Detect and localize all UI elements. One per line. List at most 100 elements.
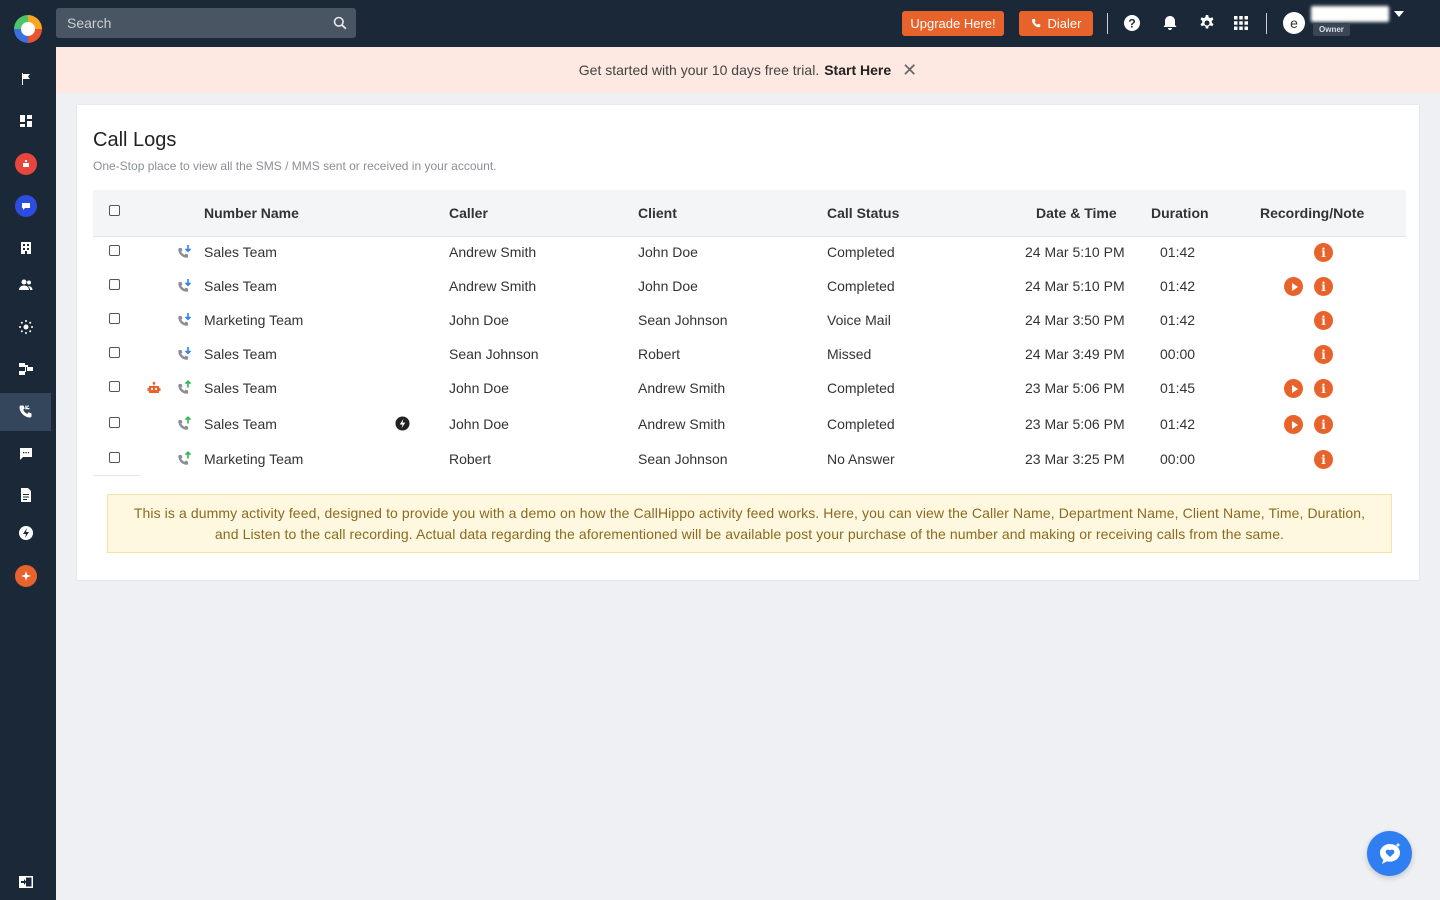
dialer-button-label: Dialer (1047, 16, 1082, 31)
search-input[interactable] (56, 8, 356, 38)
caller-name: John Doe (449, 416, 509, 432)
client-name: Sean Johnson (638, 312, 728, 328)
call-duration: 01:42 (1160, 312, 1196, 328)
column-header-recording-note[interactable]: Recording/Note (1260, 205, 1364, 221)
user-avatar[interactable]: e (1283, 12, 1305, 34)
outgoing-call-icon (178, 380, 192, 394)
sidebar-item-flag[interactable] (0, 60, 51, 98)
support-chat-button[interactable] (1367, 831, 1412, 876)
sidebar-item-ai-agent[interactable] (0, 145, 51, 183)
table-row[interactable]: Marketing Team John Doe Sean Johnson Voi… (93, 303, 1406, 337)
client-name: Robert (638, 346, 681, 362)
sidebar-item-call-logs[interactable] (0, 393, 51, 431)
row-checkbox[interactable] (109, 417, 120, 428)
search-box (56, 8, 356, 38)
app-logo[interactable] (14, 15, 42, 43)
column-header-caller[interactable]: Caller (449, 205, 488, 221)
sidebar-item-power-dialer[interactable] (0, 514, 51, 552)
column-header-call-status[interactable]: Call Status (827, 205, 899, 221)
user-name-redacted[interactable] (1311, 6, 1389, 22)
svg-text:?: ? (1128, 17, 1135, 31)
column-header-duration[interactable]: Duration (1151, 205, 1209, 221)
info-icon[interactable]: i (1314, 277, 1333, 296)
info-icon[interactable]: i (1314, 415, 1333, 434)
table-row[interactable]: Sales Team John Doe Andrew Smith Complet… (93, 407, 1406, 441)
call-datetime: 24 Mar 5:10 PM (1025, 244, 1125, 260)
sidebar-item-sparkle[interactable] (0, 557, 51, 595)
message-icon (19, 448, 32, 460)
sidebar-item-integrations[interactable] (0, 308, 51, 346)
row-checkbox[interactable] (109, 347, 120, 358)
caller-name: Andrew Smith (449, 278, 537, 294)
trial-banner: Get started with your 10 days free trial… (56, 47, 1440, 93)
play-recording-icon[interactable] (1284, 415, 1303, 434)
table-row[interactable]: Marketing Team Robert Sean Johnson No An… (93, 442, 1406, 476)
sidebar-expand-button[interactable] (0, 863, 51, 900)
column-header-client[interactable]: Client (638, 205, 677, 221)
table-row[interactable]: Sales Team Andrew Smith John Doe Complet… (93, 269, 1406, 303)
table-row[interactable]: Sales Team Andrew Smith John Doe Complet… (93, 235, 1406, 269)
play-recording-icon[interactable] (1284, 277, 1303, 296)
trial-banner-text: Get started with your 10 days free trial… (578, 62, 820, 78)
sidebar-item-workflow[interactable] (0, 350, 51, 388)
info-icon[interactable]: i (1314, 379, 1333, 398)
workflow-icon (18, 363, 33, 375)
number-name: Sales Team (204, 416, 277, 432)
dialer-button[interactable]: Dialer (1019, 11, 1093, 36)
call-duration: 01:42 (1160, 416, 1196, 432)
search-icon[interactable] (333, 16, 347, 30)
upgrade-button[interactable]: Upgrade Here! (902, 11, 1004, 36)
row-checkbox[interactable] (109, 245, 120, 256)
page-title: Call Logs (93, 129, 177, 151)
call-datetime: 23 Mar 5:06 PM (1025, 416, 1125, 432)
sidebar-item-chatbot[interactable] (0, 187, 51, 225)
column-header-date-time[interactable]: Date & Time (1036, 205, 1117, 221)
call-duration: 01:45 (1160, 380, 1196, 396)
close-icon[interactable]: ✕ (902, 60, 917, 81)
robot-icon (14, 153, 37, 175)
info-icon[interactable]: i (1314, 311, 1333, 330)
call-status: Missed (827, 346, 872, 362)
number-name: Marketing Team (204, 451, 304, 467)
play-recording-icon[interactable] (1284, 379, 1303, 398)
gear-icon (1200, 15, 1214, 29)
call-datetime: 23 Mar 5:06 PM (1025, 380, 1125, 396)
call-duration: 00:00 (1160, 346, 1196, 362)
help-button[interactable]: ? (1123, 14, 1141, 32)
row-checkbox[interactable] (109, 313, 120, 324)
row-checkbox[interactable] (109, 279, 120, 290)
expand-sidebar-icon (18, 876, 33, 888)
number-name: Sales Team (204, 244, 277, 260)
upgrade-button-label: Upgrade Here! (910, 16, 996, 31)
table-header: Number Name Caller Client Call Status Da… (93, 190, 1406, 237)
number-name: Marketing Team (204, 312, 304, 328)
call-datetime: 24 Mar 3:50 PM (1025, 312, 1125, 328)
sidebar-item-numbers[interactable] (0, 229, 51, 267)
client-name: John Doe (638, 244, 698, 260)
sidebar-item-dashboard[interactable] (0, 102, 51, 140)
incoming-call-icon (178, 347, 192, 360)
table-row[interactable]: Sales Team Sean Johnson Robert Missed 24… (93, 337, 1406, 371)
caller-name: Andrew Smith (449, 244, 537, 260)
start-here-link[interactable]: Start Here (824, 62, 891, 78)
call-log-icon (19, 405, 31, 418)
call-status: No Answer (827, 451, 895, 467)
table-row[interactable]: Sales Team John Doe Andrew Smith Complet… (93, 371, 1406, 405)
column-header-number-name[interactable]: Number Name (204, 205, 299, 221)
info-icon[interactable]: i (1314, 243, 1333, 262)
sidebar-item-sms[interactable] (0, 435, 51, 473)
select-all-checkbox[interactable] (109, 205, 120, 216)
call-duration: 01:42 (1160, 278, 1196, 294)
settings-button[interactable] (1198, 14, 1216, 32)
row-checkbox[interactable] (109, 381, 120, 392)
info-icon[interactable]: i (1314, 345, 1333, 364)
sidebar-item-users[interactable] (0, 266, 51, 304)
sidebar-item-reports[interactable] (0, 476, 51, 514)
notifications-button[interactable] (1161, 14, 1179, 32)
apps-button[interactable] (1232, 14, 1250, 32)
caller-name: John Doe (449, 312, 509, 328)
row-checkbox[interactable] (109, 452, 120, 463)
integrations-icon (18, 320, 33, 334)
info-icon[interactable]: i (1314, 450, 1333, 469)
chevron-down-icon[interactable] (1394, 11, 1404, 17)
